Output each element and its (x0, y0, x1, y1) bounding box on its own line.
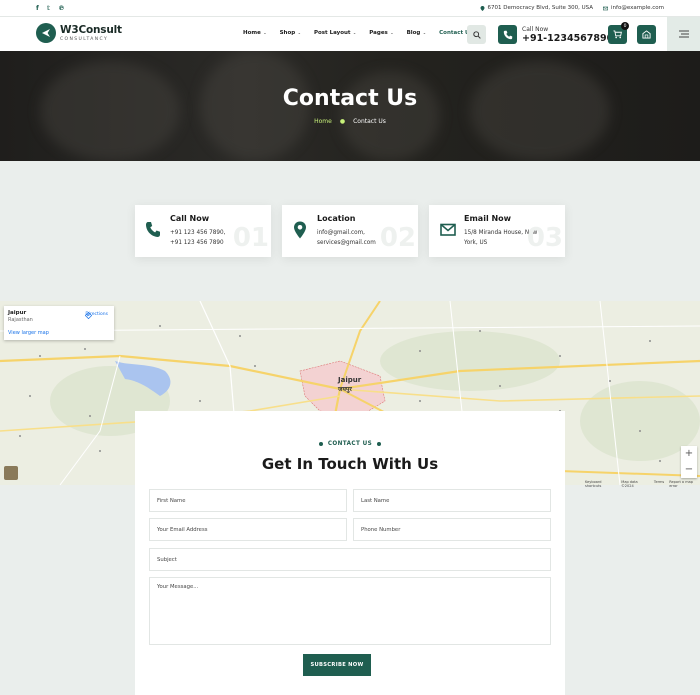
site-logo[interactable]: W3Consult CONSULTANCY (36, 23, 122, 43)
street-view-pegman-icon[interactable] (4, 466, 18, 480)
envelope-icon (440, 223, 456, 236)
subject-input[interactable] (149, 548, 551, 571)
account-button[interactable] (637, 25, 656, 44)
phone-icon (503, 30, 512, 39)
hero-background-shape (470, 61, 610, 161)
top-address: 6701 Democracy Blvd, Suite 300, USA (480, 5, 593, 11)
card-line: services@gmail.com (317, 240, 376, 246)
card-line: info@gmail.com, (317, 230, 365, 236)
chevron-down-icon: ⌄ (388, 30, 394, 35)
directions-button[interactable]: Directions (85, 312, 108, 319)
hero-background-shape (40, 61, 180, 161)
breadcrumb-current: Contact Us (353, 118, 386, 125)
twitter-icon[interactable]: 𝕥 (47, 4, 50, 12)
phone-icon (146, 222, 160, 237)
page-title: Contact Us (282, 86, 418, 111)
chevron-down-icon: ⌄ (296, 30, 301, 35)
contact-form-panel: CONTACT US Get In Touch With Us SUBSCRIB… (135, 411, 565, 695)
hero-background-shape (340, 71, 440, 161)
search-button[interactable] (467, 25, 486, 44)
card-title: Email Now (464, 214, 512, 223)
main-nav: Home ⌄ Shop ⌄ Post Layout ⌄ Pages ⌄ Blog… (243, 30, 473, 36)
call-label: Call Now (522, 25, 549, 33)
form-heading: Get In Touch With Us (261, 455, 439, 473)
last-name-input[interactable] (353, 489, 551, 512)
cart-icon (613, 30, 622, 39)
nav-item-shop[interactable]: Shop ⌄ (280, 30, 301, 36)
info-card-location: Location info@gmail.com, services@gmail.… (282, 205, 418, 257)
map-place-region: Rajasthan (8, 317, 33, 323)
card-title: Call Now (170, 214, 210, 223)
call-now-box[interactable]: Call Now +91-1234567890 (498, 25, 613, 44)
email-input[interactable] (149, 518, 347, 541)
card-line: York, US (464, 240, 488, 246)
logo-mark-icon (36, 23, 56, 43)
breadcrumb-home-link[interactable]: Home (314, 118, 332, 125)
map-pin-icon (294, 221, 306, 239)
hamburger-menu-button[interactable] (667, 17, 700, 51)
kicker-dot (377, 441, 382, 446)
card-title: Location (317, 214, 356, 223)
top-email[interactable]: info@example.com (603, 5, 664, 11)
map-attribution: Keyboard shortcuts Map data ©2024 Terms … (585, 480, 700, 488)
top-contact-info: 6701 Democracy Blvd, Suite 300, USA info… (480, 5, 664, 11)
store-icon (642, 30, 651, 39)
nav-item-post-layout[interactable]: Post Layout ⌄ (314, 30, 356, 36)
social-links: f 𝕥 ℗ (36, 4, 65, 12)
card-line: +91 123 456 7890 (170, 240, 224, 246)
chevron-down-icon: ⌄ (421, 30, 427, 35)
map-city-label: Jaipur (338, 376, 362, 384)
phone-input[interactable] (353, 518, 551, 541)
report-error-link[interactable]: Report a map error (669, 480, 700, 488)
breadcrumb: Home ● Contact Us (0, 118, 700, 125)
chevron-down-icon: ⌄ (351, 30, 357, 35)
cart-button[interactable]: 0 (608, 22, 629, 44)
cart-count-badge: 0 (621, 22, 629, 30)
envelope-icon (603, 6, 609, 10)
section-kicker: CONTACT US (135, 441, 565, 447)
first-name-input[interactable] (149, 489, 347, 512)
nav-item-pages[interactable]: Pages ⌄ (369, 30, 393, 36)
zoom-in-button[interactable]: + (685, 449, 693, 459)
zoom-out-button[interactable]: − (685, 465, 693, 475)
breadcrumb-separator: ● (339, 118, 346, 125)
top-bar: f 𝕥 ℗ 6701 Democracy Blvd, Suite 300, US… (0, 0, 700, 17)
keyboard-shortcuts-link[interactable]: Keyboard shortcuts (585, 480, 616, 488)
card-number: 03 (526, 223, 563, 253)
view-larger-map-link[interactable]: View larger map (8, 330, 110, 336)
search-icon (472, 30, 481, 39)
card-number: 02 (379, 223, 416, 253)
message-textarea[interactable] (149, 577, 551, 645)
card-line: +91 123 456 7890, (170, 230, 226, 236)
kicker-dot (318, 441, 323, 446)
chevron-down-icon: ⌄ (261, 30, 267, 35)
call-number: +91-1234567890 (522, 32, 614, 44)
map-pin-icon (480, 5, 485, 11)
facebook-icon[interactable]: f (36, 4, 39, 12)
top-address-text: 6701 Democracy Blvd, Suite 300, USA (487, 5, 594, 11)
map-zoom-controls: + − (681, 446, 697, 478)
page-hero-banner: Contact Us Home ● Contact Us (0, 51, 700, 161)
submit-button[interactable]: SUBSCRIBE NOW (303, 654, 371, 676)
top-email-text: info@example.com (611, 5, 664, 11)
info-card-email: Email Now 15/8 Miranda House, New York, … (429, 205, 565, 257)
logo-name: W3Consult (60, 24, 122, 36)
info-card-call: Call Now +91 123 456 7890, +91 123 456 7… (135, 205, 271, 257)
logo-subtitle: CONSULTANCY (60, 37, 109, 42)
pinterest-icon[interactable]: ℗ (58, 4, 65, 12)
card-number: 01 (232, 223, 269, 253)
nav-item-home[interactable]: Home ⌄ (243, 30, 267, 36)
main-header: W3Consult CONSULTANCY Home ⌄ Shop ⌄ Post… (0, 17, 700, 51)
directions-icon (85, 312, 93, 319)
hamburger-icon (678, 30, 689, 38)
map-city-label-local: जयपुर (338, 386, 352, 393)
map-place-card: Jaipur Rajasthan View larger map Directi… (4, 306, 114, 340)
terms-link[interactable]: Terms (654, 480, 664, 488)
map-data-text: Map data ©2024 (621, 480, 638, 488)
nav-item-blog[interactable]: Blog ⌄ (407, 30, 427, 36)
call-icon-box (498, 25, 517, 44)
